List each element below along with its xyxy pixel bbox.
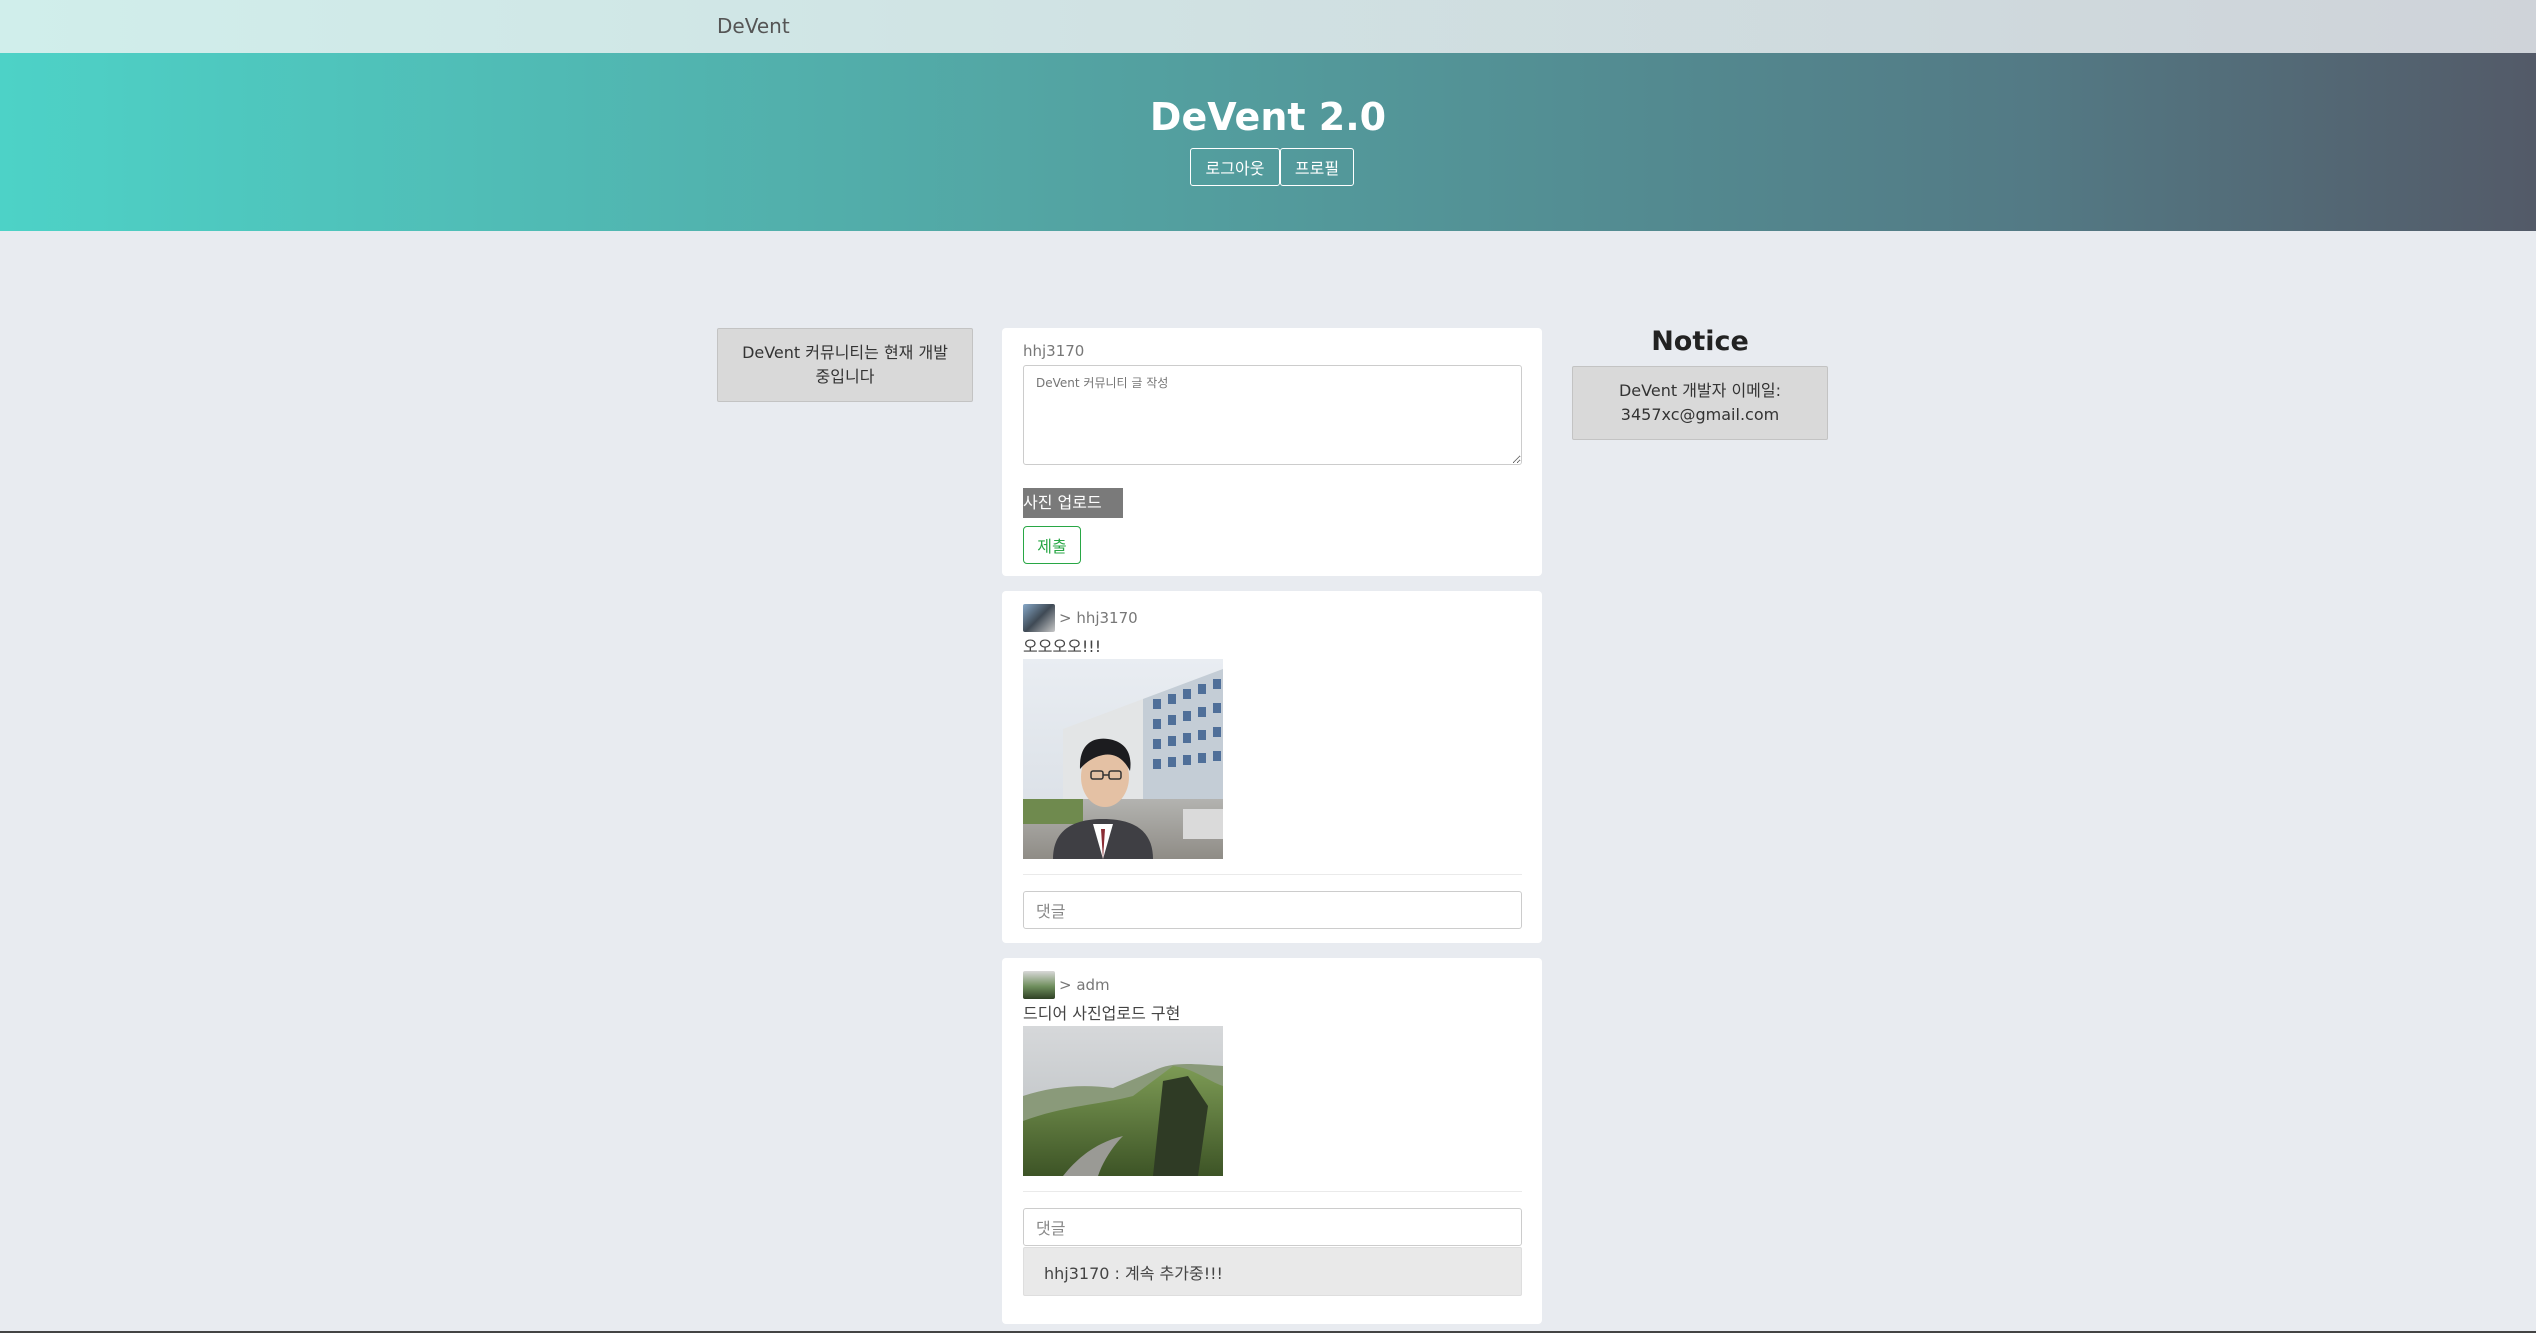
- logout-button[interactable]: 로그아웃: [1190, 148, 1280, 186]
- post-image: [1023, 659, 1223, 859]
- post-text: 오오오오!!!: [1023, 637, 1102, 656]
- page-title: DeVent 2.0: [1149, 95, 1387, 139]
- form-username: hhj3170: [1023, 342, 1085, 360]
- avatar[interactable]: [1023, 971, 1055, 999]
- avatar[interactable]: [1023, 604, 1055, 632]
- notice-title: Notice: [1651, 326, 1749, 357]
- post-divider: [1023, 874, 1522, 875]
- profile-button[interactable]: 프로필: [1280, 148, 1354, 186]
- photo-upload-button[interactable]: 사진 업로드: [1023, 488, 1123, 518]
- notice-line: DeVent 개발자 이메일:: [1618, 381, 1781, 400]
- comment-item: hhj3170 : 계속 추가중!!!: [1023, 1247, 1522, 1296]
- post-header: > adm: [1023, 971, 1110, 999]
- hero-button-group: 로그아웃 프로필: [1190, 148, 1354, 186]
- post-card: > adm 드디어 사진업로드 구현 댓글 hhj3170 : 계속 추가중!!…: [1002, 958, 1542, 1324]
- post-divider: [1023, 1191, 1522, 1192]
- comment-input[interactable]: 댓글: [1023, 1208, 1522, 1246]
- hero-banner: DeVent 2.0 로그아웃 프로필: [0, 53, 2536, 231]
- notice-email: 3457xc@gmail.com: [1620, 405, 1780, 424]
- post-form-card: hhj3170 사진 업로드 제출: [1002, 328, 1542, 576]
- brand-link[interactable]: DeVent: [717, 14, 790, 38]
- post-image: [1023, 1026, 1223, 1176]
- post-text: 드디어 사진업로드 구현: [1023, 1004, 1181, 1023]
- notice-box: DeVent 개발자 이메일: 3457xc@gmail.com: [1572, 366, 1828, 440]
- dev-status-box: DeVent 커뮤니티는 현재 개발 중입니다: [717, 328, 973, 402]
- post-textarea[interactable]: [1023, 365, 1522, 465]
- post-header: > hhj3170: [1023, 604, 1138, 632]
- post-card: > hhj3170 오오오오!!! 댓글: [1002, 591, 1542, 943]
- submit-button[interactable]: 제출: [1023, 526, 1081, 564]
- post-author[interactable]: > adm: [1059, 976, 1110, 994]
- dev-status-text: DeVent 커뮤니티는 현재 개발 중입니다: [742, 343, 948, 386]
- top-navbar: DeVent: [0, 0, 2536, 53]
- comment-input[interactable]: 댓글: [1023, 891, 1522, 929]
- post-author[interactable]: > hhj3170: [1059, 609, 1138, 627]
